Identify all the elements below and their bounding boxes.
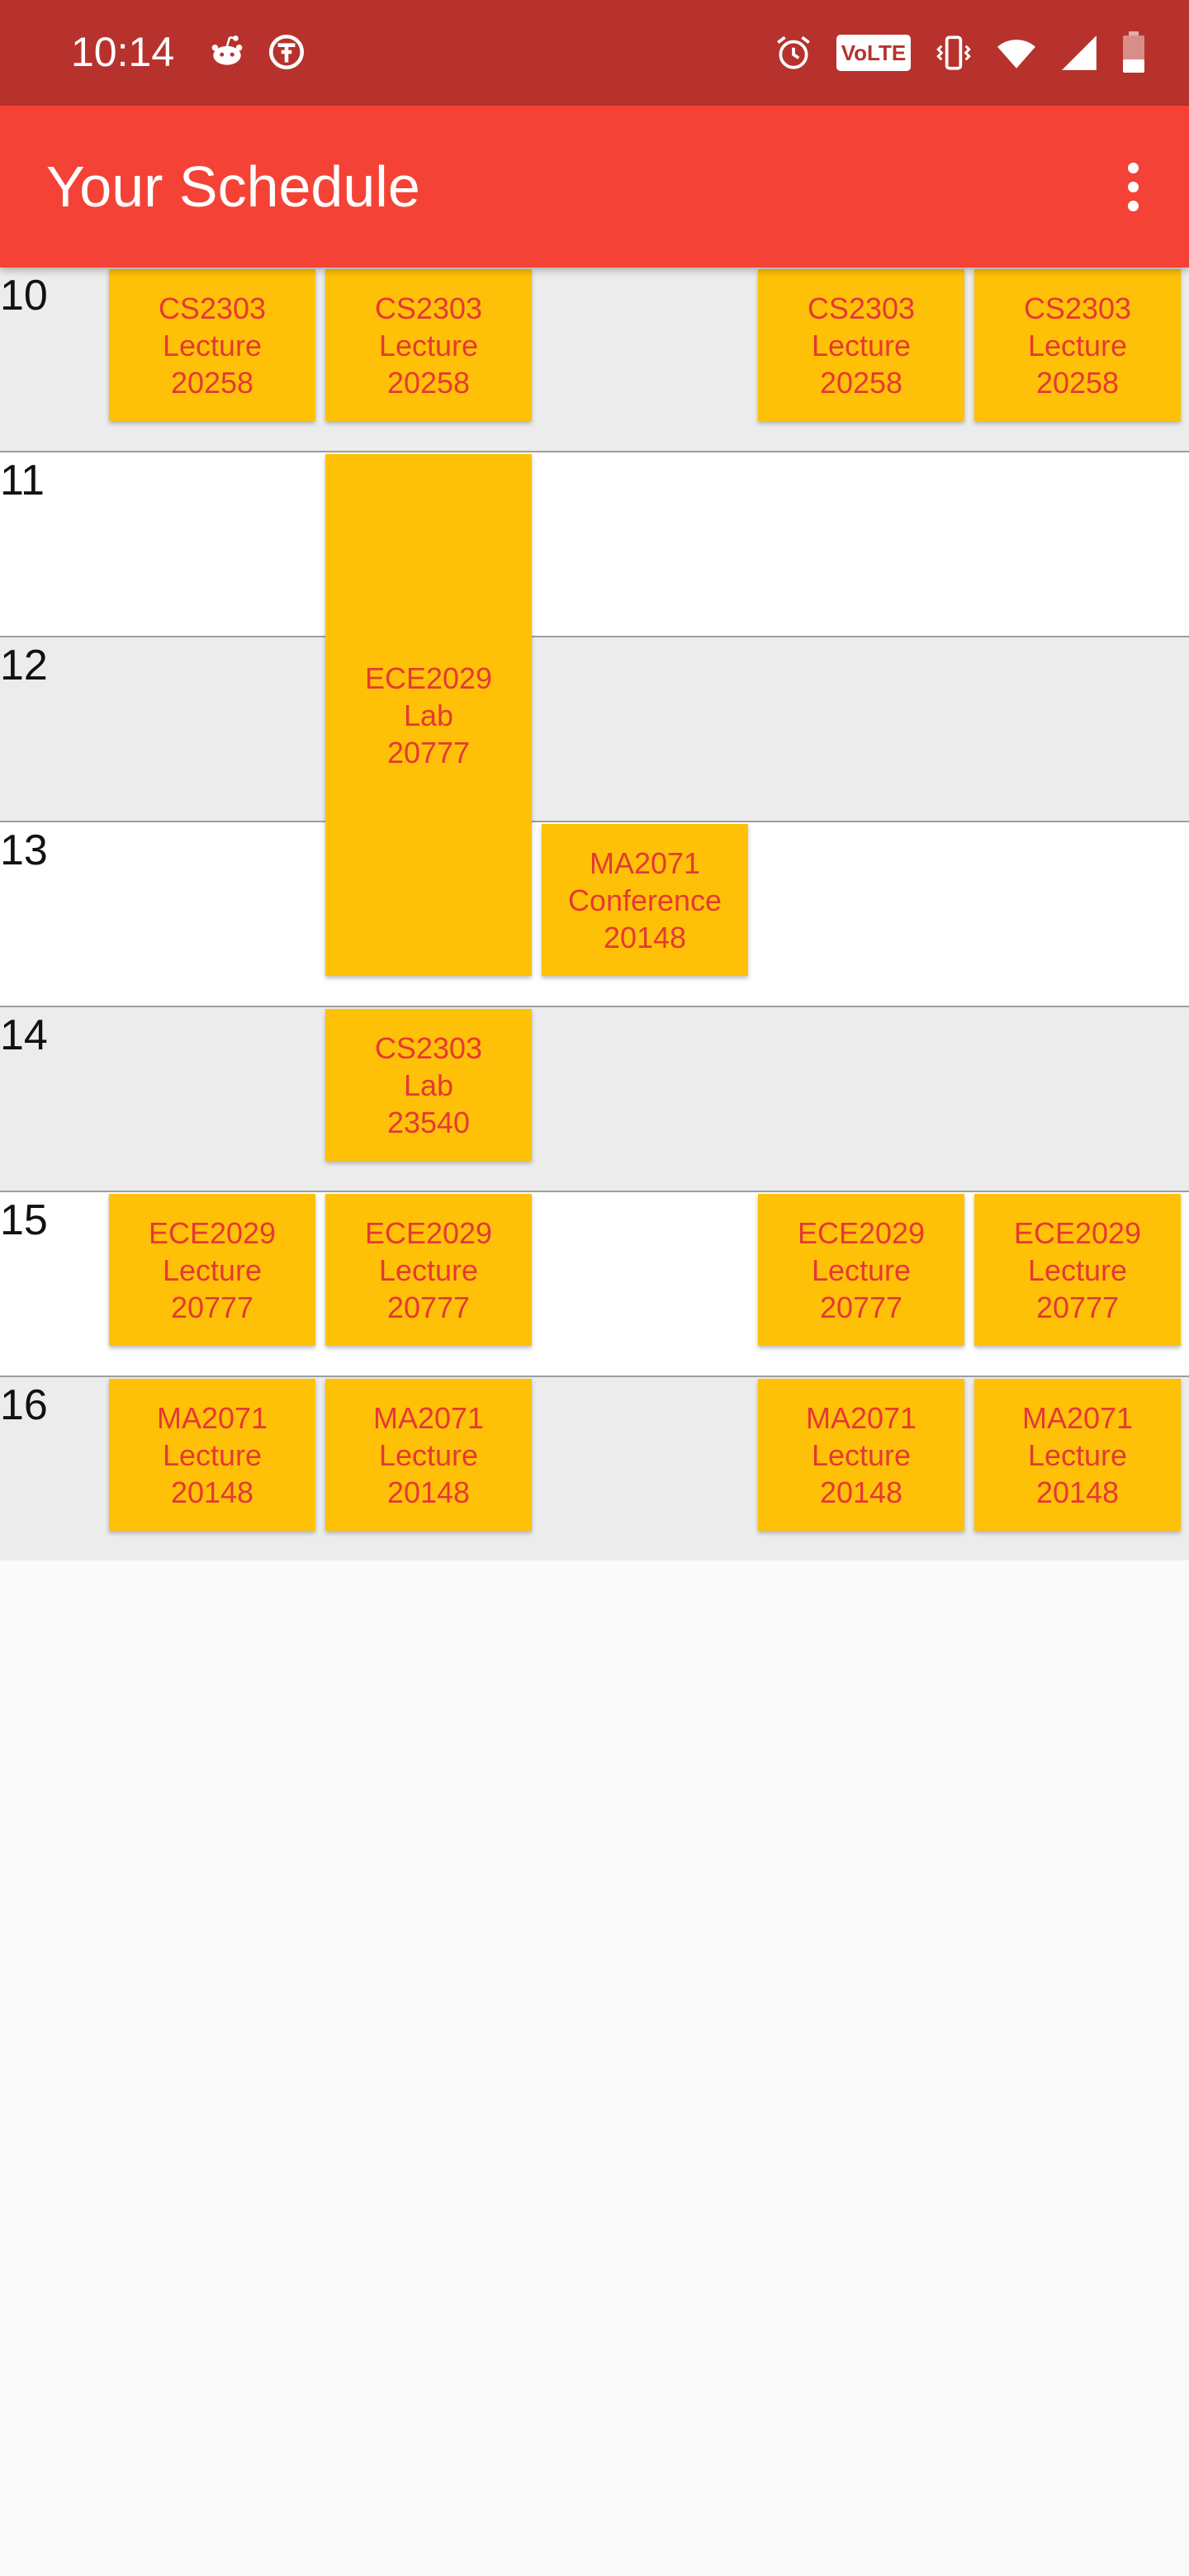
event-course: MA2071 bbox=[1021, 1400, 1134, 1435]
event-type: Lab bbox=[403, 1068, 454, 1102]
wifi-icon bbox=[997, 40, 1035, 69]
event-crn: 20777 bbox=[819, 1290, 903, 1324]
hour-label: 11 bbox=[0, 457, 45, 504]
event-crn: 20777 bbox=[386, 735, 471, 769]
event-type: Lecture bbox=[811, 1252, 912, 1287]
system-icons: VoLTE bbox=[773, 31, 1146, 74]
event-card[interactable]: CS2303 Lecture 20258 bbox=[758, 269, 964, 421]
event-card[interactable]: ECE2029 Lecture 20777 bbox=[109, 1194, 315, 1346]
event-type: Lecture bbox=[1027, 1437, 1128, 1472]
event-type: Lecture bbox=[162, 1252, 263, 1287]
event-course: ECE2029 bbox=[364, 661, 493, 695]
event-course: MA2071 bbox=[805, 1400, 917, 1435]
hour-label: 13 bbox=[0, 826, 48, 874]
event-type: Lecture bbox=[378, 1437, 479, 1472]
volte-icon: VoLTE bbox=[836, 35, 911, 71]
hour-label: 14 bbox=[0, 1011, 48, 1059]
event-course: CS2303 bbox=[374, 291, 483, 325]
event-type: Lecture bbox=[162, 328, 263, 362]
battery-icon bbox=[1123, 31, 1144, 73]
hour-label: 12 bbox=[0, 642, 48, 689]
svg-text:VoLTE: VoLTE bbox=[841, 40, 906, 65]
event-crn: 23540 bbox=[386, 1105, 471, 1139]
event-crn: 20148 bbox=[1035, 1475, 1120, 1509]
event-crn: 20148 bbox=[386, 1475, 471, 1509]
event-crn: 20777 bbox=[386, 1290, 471, 1324]
hour-label: 15 bbox=[0, 1196, 48, 1244]
event-card[interactable]: MA2071 Conference 20148 bbox=[542, 824, 748, 976]
event-course: ECE2029 bbox=[1013, 1215, 1142, 1250]
more-vert-icon bbox=[1127, 162, 1139, 173]
hour-row-11: 11 bbox=[0, 452, 1189, 638]
event-course: ECE2029 bbox=[364, 1215, 493, 1250]
status-bar: 10:14 VoLTE bbox=[0, 0, 1189, 106]
status-time: 10:14 bbox=[71, 29, 175, 75]
event-card[interactable]: MA2071 Lecture 20148 bbox=[109, 1379, 315, 1531]
event-course: ECE2029 bbox=[797, 1215, 926, 1250]
event-crn: 20258 bbox=[170, 365, 254, 400]
event-course: MA2071 bbox=[372, 1400, 485, 1435]
event-crn: 20777 bbox=[1035, 1290, 1120, 1324]
event-type: Lecture bbox=[378, 1252, 479, 1287]
vibrate-icon bbox=[936, 36, 971, 70]
event-card[interactable]: ECE2029 Lecture 20777 bbox=[325, 1194, 532, 1346]
event-card[interactable]: MA2071 Lecture 20148 bbox=[758, 1379, 964, 1531]
event-course: CS2303 bbox=[374, 1030, 483, 1065]
event-card[interactable]: CS2303 Lab 23540 bbox=[325, 1009, 532, 1161]
event-type: Lecture bbox=[1027, 328, 1128, 362]
event-crn: 20148 bbox=[819, 1475, 903, 1509]
event-course: CS2303 bbox=[158, 291, 267, 325]
event-type: Lecture bbox=[1027, 1252, 1128, 1287]
hour-label: 10 bbox=[0, 272, 48, 320]
event-card[interactable]: ECE2029 Lab 20777 bbox=[325, 454, 532, 976]
app-bar: Your Schedule bbox=[0, 106, 1189, 268]
signal-icon bbox=[1062, 36, 1097, 70]
hour-row-12: 12 bbox=[0, 637, 1189, 823]
event-course: ECE2029 bbox=[148, 1215, 277, 1250]
hour-row-14: 14 bbox=[0, 1007, 1189, 1193]
event-crn: 20258 bbox=[819, 365, 903, 400]
event-crn: 20148 bbox=[603, 920, 687, 954]
event-type: Lecture bbox=[811, 328, 912, 362]
hour-label: 16 bbox=[0, 1381, 48, 1429]
event-card[interactable]: ECE2029 Lecture 20777 bbox=[758, 1194, 964, 1346]
event-type: Conference bbox=[567, 883, 722, 917]
event-crn: 20258 bbox=[386, 365, 471, 400]
nytimes-icon bbox=[268, 34, 305, 70]
event-type: Lecture bbox=[378, 328, 479, 362]
event-card[interactable]: MA2071 Lecture 20148 bbox=[325, 1379, 532, 1531]
event-type: Lecture bbox=[811, 1437, 912, 1472]
event-crn: 20148 bbox=[170, 1475, 254, 1509]
reddit-icon bbox=[211, 36, 243, 65]
event-crn: 20777 bbox=[170, 1290, 254, 1324]
event-card[interactable]: CS2303 Lecture 20258 bbox=[109, 269, 315, 421]
event-card[interactable]: ECE2029 Lecture 20777 bbox=[974, 1194, 1181, 1346]
event-type: Lecture bbox=[162, 1437, 263, 1472]
event-course: MA2071 bbox=[589, 845, 701, 880]
more-options-button[interactable] bbox=[1110, 147, 1156, 226]
notification-icons bbox=[206, 31, 307, 73]
event-crn: 20258 bbox=[1035, 365, 1120, 400]
event-card[interactable]: CS2303 Lecture 20258 bbox=[325, 269, 532, 421]
event-course: CS2303 bbox=[807, 291, 916, 325]
event-course: CS2303 bbox=[1023, 291, 1132, 325]
event-course: MA2071 bbox=[156, 1400, 268, 1435]
alarm-icon bbox=[777, 36, 810, 69]
event-type: Lab bbox=[403, 698, 454, 732]
event-card[interactable]: MA2071 Lecture 20148 bbox=[974, 1379, 1181, 1531]
page-title: Your Schedule bbox=[46, 154, 420, 219]
event-card[interactable]: CS2303 Lecture 20258 bbox=[974, 269, 1181, 421]
